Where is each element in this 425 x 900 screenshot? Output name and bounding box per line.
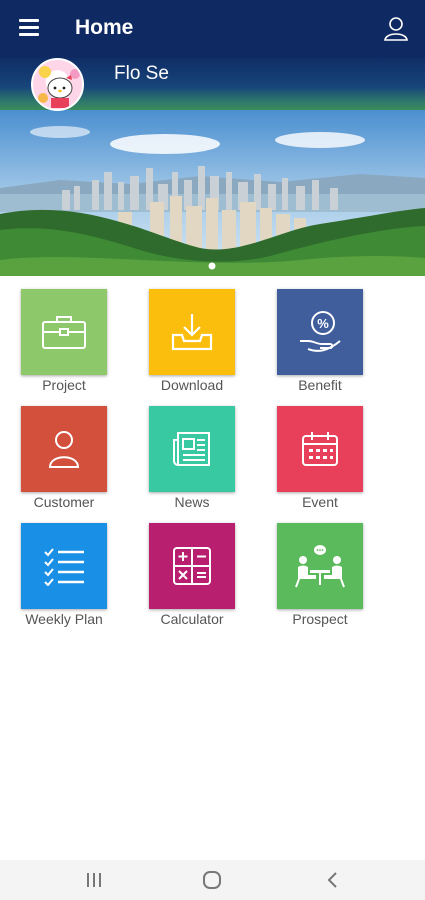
tile-event[interactable]: Event (256, 406, 384, 516)
app-bar: Home (0, 0, 425, 58)
tile-label: Customer (33, 494, 95, 510)
page-title: Home (75, 16, 134, 39)
tile-customer[interactable]: Customer (0, 406, 128, 516)
tile-label: Weekly Plan (25, 611, 103, 627)
tile-label: Benefit (298, 377, 342, 393)
tile-calculator[interactable]: Calculator (128, 523, 256, 633)
tile-benefit[interactable]: % Benefit (256, 289, 384, 399)
tile-label: Download (160, 377, 224, 393)
briefcase-icon (21, 289, 107, 375)
home-circle-icon[interactable] (192, 868, 232, 892)
user-profile-icon[interactable] (383, 15, 409, 41)
city-banner-image[interactable] (0, 110, 425, 276)
tile-label: News (174, 494, 210, 510)
newspaper-icon (149, 406, 235, 492)
recents-icon[interactable] (74, 868, 114, 892)
percent-hand-icon: % (277, 289, 363, 375)
back-chevron-icon[interactable] (312, 868, 352, 892)
user-name: Flo Se (114, 63, 169, 84)
tile-label: Calculator (160, 611, 224, 627)
download-tray-icon (149, 289, 235, 375)
carousel-dot[interactable] (208, 262, 216, 270)
person-icon (21, 406, 107, 492)
tile-download[interactable]: Download (128, 289, 256, 399)
tile-label: Event (302, 494, 338, 510)
hamburger-menu-icon[interactable] (19, 19, 39, 37)
tile-news[interactable]: News (128, 406, 256, 516)
svg-text:%: % (317, 316, 329, 331)
tile-label: Prospect (292, 611, 348, 627)
checklist-icon (21, 523, 107, 609)
tile-label: Project (42, 377, 86, 393)
tile-project[interactable]: Project (0, 289, 128, 399)
avatar[interactable] (31, 58, 84, 111)
tile-weekly-plan[interactable]: Weekly Plan (0, 523, 128, 633)
tile-prospect[interactable]: Prospect (256, 523, 384, 633)
meeting-icon (277, 523, 363, 609)
calendar-icon (277, 406, 363, 492)
calculator-icon (149, 523, 235, 609)
system-nav-bar (0, 860, 425, 900)
